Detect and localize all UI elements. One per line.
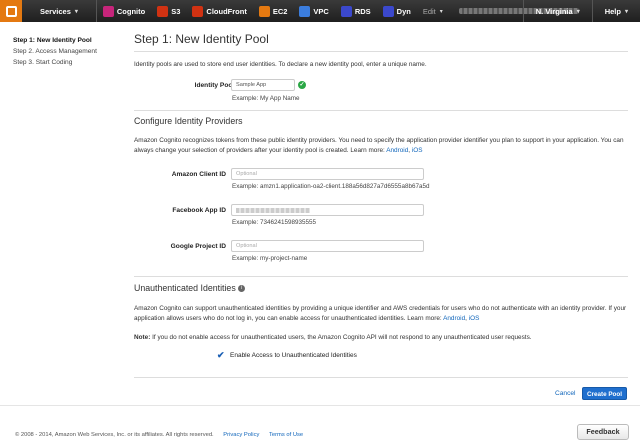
- services-menu[interactable]: Services ▾: [22, 0, 96, 22]
- amazon-client-id-label: Amazon Client ID: [171, 171, 226, 178]
- region-label: N. Virginia: [535, 6, 573, 16]
- vpc-icon: [299, 5, 311, 17]
- google-project-id-input[interactable]: Optional: [231, 240, 424, 252]
- amazon-client-id-example: Example: amzn1.application-oa2-client.18…: [232, 183, 430, 190]
- footer: © 2008 - 2014, Amazon Web Services, Inc.…: [0, 405, 640, 446]
- facebook-app-id-input[interactable]: [231, 204, 424, 216]
- note-text: If you do not enable access for unauthen…: [152, 334, 532, 341]
- copyright-text: © 2008 - 2014, Amazon Web Services, Inc.…: [15, 432, 214, 438]
- nav-item-dynamodb[interactable]: Dyn: [377, 0, 417, 22]
- info-icon[interactable]: i: [238, 285, 246, 293]
- google-project-id-label: Google Project ID: [170, 243, 226, 250]
- s3-icon: [157, 5, 169, 17]
- providers-heading: Configure Identity Providers: [134, 116, 243, 126]
- enable-unauth-label[interactable]: Enable Access to Unauthenticated Identit…: [230, 352, 357, 359]
- amazon-client-id-input[interactable]: Optional: [231, 168, 424, 180]
- help-label: Help: [604, 6, 621, 16]
- chevron-down-icon: ▾: [624, 8, 628, 15]
- divider: [134, 377, 628, 378]
- nav-item-ec2[interactable]: EC2: [253, 0, 294, 22]
- nav-item-vpc[interactable]: VPC: [293, 0, 334, 22]
- unauth-ios-link[interactable]: iOS: [469, 315, 480, 322]
- privacy-policy-link[interactable]: Privacy Policy: [223, 432, 259, 438]
- step-2[interactable]: Step 2. Access Management: [13, 46, 113, 57]
- dynamodb-icon: [382, 5, 394, 17]
- nav-item-label: Cognito: [116, 6, 146, 16]
- nav-edit-label: Edit: [422, 6, 436, 16]
- nav-item-label: CloudFront: [206, 6, 247, 16]
- nav-item-label: VPC: [313, 6, 329, 16]
- nav-edit-button[interactable]: Edit ▾: [417, 0, 449, 22]
- divider: [134, 276, 628, 277]
- nav-item-s3[interactable]: S3: [151, 0, 186, 22]
- enable-unauth-checkbox[interactable]: ✔: [217, 351, 226, 360]
- ec2-icon: [258, 5, 270, 17]
- chevron-down-icon: ▾: [439, 8, 443, 15]
- providers-ios-link[interactable]: iOS: [412, 147, 423, 154]
- footer-links: © 2008 - 2014, Amazon Web Services, Inc.…: [15, 432, 303, 438]
- note-label: Note:: [134, 334, 151, 341]
- redacted-value: [236, 208, 310, 213]
- divider: [134, 51, 628, 52]
- step-3[interactable]: Step 3. Start Coding: [13, 57, 113, 68]
- page-title: Step 1: New Identity Pool: [134, 32, 269, 46]
- cloudfront-icon: [192, 5, 204, 17]
- nav-item-rds[interactable]: RDS: [335, 0, 377, 22]
- nav-item-label: S3: [171, 6, 181, 16]
- providers-desc: Amazon Cognito recognizes tokens from th…: [134, 137, 624, 154]
- main-content: Step 1: New Identity Pool Identity pools…: [134, 32, 628, 68]
- chevron-down-icon: ▾: [576, 8, 580, 15]
- rds-icon: [340, 5, 352, 17]
- intro-text: Identity pools are used to store end use…: [134, 61, 427, 68]
- nav-item-label: RDS: [354, 6, 371, 16]
- aws-logo-icon[interactable]: [0, 0, 22, 22]
- unauth-note: Note: If you do not enable access for un…: [134, 333, 628, 343]
- unauth-android-link[interactable]: Android: [443, 315, 465, 322]
- pool-name-input[interactable]: Sample App: [231, 79, 295, 91]
- nav-item-label: EC2: [272, 6, 288, 16]
- nav-item-cognito[interactable]: Cognito: [97, 0, 151, 22]
- providers-desc-text: Amazon Cognito recognizes tokens from th…: [134, 137, 624, 154]
- create-pool-button[interactable]: Create Pool: [582, 387, 627, 400]
- cancel-button[interactable]: Cancel: [555, 390, 576, 397]
- feedback-button[interactable]: Feedback: [577, 424, 629, 440]
- unauth-heading: Unauthenticated Identities i: [134, 283, 246, 293]
- divider: [134, 110, 628, 111]
- nav-item-cloudfront[interactable]: CloudFront: [186, 0, 252, 22]
- google-project-id-example: Example: my-project-name: [232, 255, 308, 262]
- region-menu[interactable]: N. Virginia ▾: [524, 0, 592, 22]
- facebook-app-id-example: Example: 7346241598935555: [232, 219, 317, 226]
- services-label: Services: [40, 6, 71, 16]
- help-menu[interactable]: Help ▾: [593, 0, 640, 22]
- cognito-icon: [102, 5, 114, 17]
- top-nav-bar: Services ▾ Cognito S3 CloudFront EC2 VPC…: [0, 0, 640, 22]
- facebook-app-id-label: Facebook App ID: [172, 207, 226, 214]
- providers-android-link[interactable]: Android: [386, 147, 408, 154]
- nav-item-label: Dyn: [396, 6, 411, 16]
- chevron-down-icon: ▾: [74, 8, 78, 15]
- unauth-desc: Amazon Cognito can support unauthenticat…: [134, 305, 627, 322]
- valid-check-icon: ✓: [298, 81, 306, 89]
- step-1[interactable]: Step 1: New Identity Pool: [13, 35, 113, 46]
- wizard-steps: Step 1: New Identity Pool Step 2. Access…: [13, 35, 113, 68]
- pool-name-label: Identity Pool Name: [194, 82, 254, 89]
- terms-of-use-link[interactable]: Terms of Use: [269, 432, 303, 438]
- pool-name-example: Example: My App Name: [232, 95, 300, 102]
- unauth-desc-text: Amazon Cognito can support unauthenticat…: [134, 305, 627, 322]
- unauth-heading-text: Unauthenticated Identities: [134, 283, 236, 293]
